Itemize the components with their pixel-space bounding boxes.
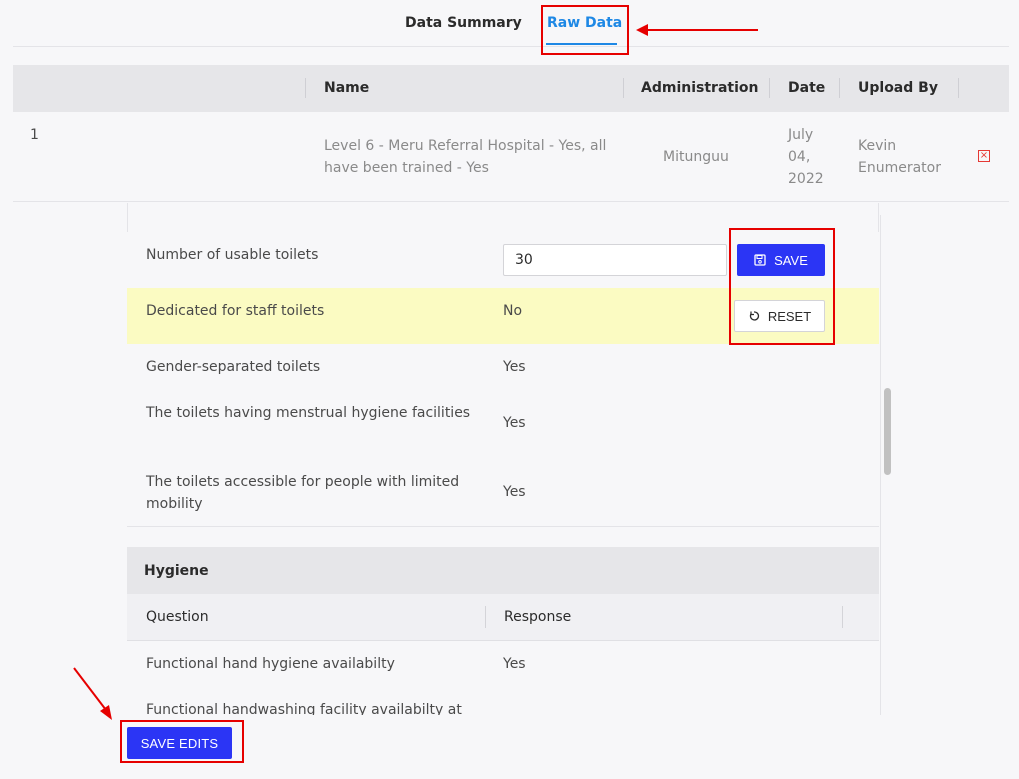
column-divider <box>485 606 486 628</box>
reset-button-label: RESET <box>767 308 812 324</box>
row-date: July 04, 2022 <box>788 127 824 187</box>
reset-button[interactable]: RESET <box>734 300 825 332</box>
question-row[interactable]: The toilets accessible for people with l… <box>127 468 879 526</box>
column-divider <box>769 78 770 98</box>
hygiene-section-header: Hygiene <box>127 547 879 594</box>
column-divider <box>842 606 843 628</box>
column-header-administration[interactable]: Administration <box>641 80 758 96</box>
active-tab-indicator <box>546 43 617 45</box>
column-header-upload-by[interactable]: Upload By <box>858 80 938 96</box>
question-row[interactable]: Gender-separated toilets Yes <box>127 344 879 400</box>
usable-toilets-input[interactable] <box>503 244 727 276</box>
row-index: 1 <box>30 127 39 143</box>
column-header-name[interactable]: Name <box>324 80 369 96</box>
save-button[interactable]: SAVE <box>737 244 825 276</box>
row-upload-by: Kevin Enumerator <box>858 138 941 176</box>
question-response: Yes <box>503 656 526 672</box>
column-divider <box>958 78 959 98</box>
question-label: Number of usable toilets <box>146 247 319 263</box>
card-border <box>127 526 879 527</box>
question-response: Yes <box>503 359 526 375</box>
question-response: Yes <box>503 415 526 431</box>
question-response: Yes <box>503 484 526 500</box>
raw-data-detail-panel[interactable]: Number of usable toilets Dedicated for s… <box>13 203 893 715</box>
save-button-label: SAVE <box>774 252 808 268</box>
save-edits-button[interactable]: SAVE EDITS <box>127 727 232 759</box>
question-label: The toilets accessible for people with l… <box>146 474 460 512</box>
question-label: Dedicated for staff toilets <box>146 303 325 319</box>
tab-raw-data[interactable]: Raw Data <box>547 15 622 31</box>
question-row[interactable]: Functional handwashing facility availabi… <box>127 689 879 715</box>
column-divider <box>839 78 840 98</box>
hygiene-column-header: Question Response <box>127 594 879 641</box>
app-root: Data Summary Raw Data Name Administratio… <box>0 0 1019 779</box>
undo-icon <box>749 311 759 321</box>
column-divider <box>305 78 306 98</box>
question-row[interactable]: The toilets having menstrual hygiene fac… <box>127 400 879 468</box>
table-header: Name Administration Date Upload By <box>13 65 1009 112</box>
question-row[interactable]: Functional hand hygiene availabilty Yes <box>127 641 879 689</box>
row-administration: Mitunguu <box>663 149 729 165</box>
tab-bar: Data Summary Raw Data <box>13 0 1009 47</box>
section-title: Hygiene <box>144 563 209 579</box>
scrollbar-thumb[interactable] <box>884 388 891 475</box>
question-label: The toilets having menstrual hygiene fac… <box>146 405 471 421</box>
column-header-date[interactable]: Date <box>788 80 825 96</box>
table-row[interactable]: 1 Level 6 - Meru Referral Hospital - Yes… <box>13 112 1009 202</box>
question-label: Functional handwashing facility availabi… <box>146 702 462 715</box>
column-header-response[interactable]: Response <box>504 609 571 625</box>
question-label: Gender-separated toilets <box>146 359 321 375</box>
tab-data-summary[interactable]: Data Summary <box>405 15 522 31</box>
delete-row-icon[interactable]: × <box>978 150 990 162</box>
floppy-disk-icon <box>754 254 766 266</box>
column-divider <box>623 78 624 98</box>
question-label: Functional hand hygiene availabilty <box>146 656 395 672</box>
row-name: Level 6 - Meru Referral Hospital - Yes, … <box>324 138 607 176</box>
question-response: No <box>503 303 523 319</box>
column-header-question[interactable]: Question <box>146 609 209 625</box>
